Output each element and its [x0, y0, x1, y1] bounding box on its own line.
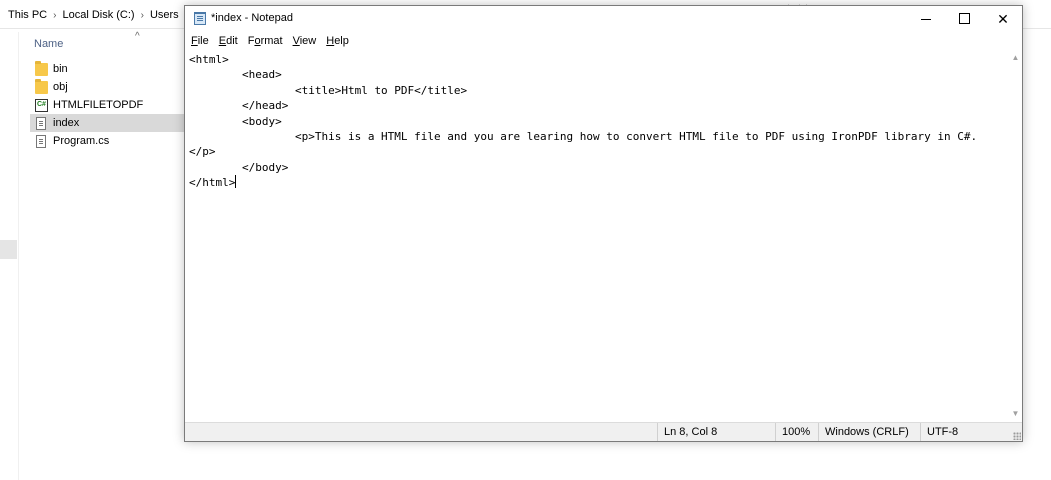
file-item-index[interactable]: index [30, 114, 186, 132]
menu-mnemonic: E [218, 35, 227, 47]
navigation-pane-divider[interactable] [18, 32, 19, 480]
maximize-icon [958, 13, 970, 25]
text-document-icon [36, 116, 46, 130]
menu-mnemonic: H [326, 35, 335, 47]
maximize-button[interactable] [945, 6, 983, 32]
breadcrumb-separator[interactable]: › [141, 10, 144, 21]
menu-bar: File Edit Format View Help [185, 32, 1022, 50]
csharp-file-icon [36, 134, 46, 148]
notepad-window: *index - Notepad ✕ File Edit Format View… [184, 5, 1023, 442]
file-list: bin obj HTMLFILETOPDF index Program.cs [30, 60, 186, 150]
file-item-program-cs[interactable]: Program.cs [30, 132, 186, 150]
breadcrumb-this-pc[interactable]: This PC [8, 9, 47, 21]
minimize-icon [921, 18, 931, 20]
minimize-button[interactable] [907, 6, 945, 32]
editor-content[interactable]: <html> <head> <title>Html to PDF</title>… [185, 50, 1009, 191]
title-bar[interactable]: *index - Notepad ✕ [185, 6, 1022, 32]
navigation-pane-selection[interactable] [0, 240, 17, 259]
breadcrumb-users[interactable]: Users [150, 9, 179, 21]
file-item-label: Program.cs [53, 135, 110, 147]
menu-view[interactable]: View [293, 35, 317, 47]
scroll-down-icon[interactable]: ▼ [1009, 408, 1022, 420]
menu-format[interactable]: Format [248, 35, 283, 47]
menu-mnemonic: F [191, 35, 198, 47]
status-bar: Ln 8, Col 8 100% Windows (CRLF) UTF-8 [185, 422, 1022, 441]
file-item-label: bin [53, 63, 68, 75]
folder-icon [35, 78, 48, 94]
menu-mnemonic: V [292, 35, 300, 47]
breadcrumb-separator[interactable]: › [53, 10, 56, 21]
menu-rest: dit [226, 35, 238, 47]
sort-ascending-icon: ^ [135, 31, 140, 42]
status-zoom: 100% [775, 423, 822, 441]
editor-text: <html> <head> <title>Html to PDF</title>… [189, 53, 978, 190]
text-editor-area[interactable]: <html> <head> <title>Html to PDF</title>… [185, 50, 1009, 422]
menu-rest: iew [299, 35, 317, 47]
vertical-scrollbar[interactable]: ▲ ▼ [1009, 50, 1022, 422]
file-item-obj[interactable]: obj [30, 78, 186, 96]
file-item-htmlfiletopdf[interactable]: HTMLFILETOPDF [30, 96, 186, 114]
close-button[interactable]: ✕ [984, 6, 1022, 32]
status-line-ending: Windows (CRLF) [818, 423, 921, 441]
file-item-bin[interactable]: bin [30, 60, 186, 78]
file-item-label: HTMLFILETOPDF [53, 99, 144, 111]
menu-help[interactable]: Help [326, 35, 349, 47]
text-caret [235, 175, 237, 189]
scroll-up-icon[interactable]: ▲ [1009, 52, 1022, 64]
file-item-label: obj [53, 81, 68, 93]
breadcrumb-local-disk[interactable]: Local Disk (C:) [62, 9, 134, 21]
window-title: *index - Notepad [211, 12, 293, 24]
resize-grip-icon[interactable] [1013, 432, 1021, 440]
file-item-label: index [53, 117, 80, 129]
menu-file[interactable]: File [191, 35, 209, 47]
close-icon: ✕ [997, 11, 1009, 27]
menu-rest: elp [334, 35, 349, 47]
menu-rest: rmat [260, 35, 283, 47]
folder-icon [35, 60, 48, 76]
menu-edit[interactable]: Edit [219, 35, 238, 47]
column-header-name[interactable]: Name [34, 38, 63, 50]
menu-rest: ile [197, 35, 209, 47]
notepad-app-icon [194, 12, 206, 25]
csharp-project-icon [35, 98, 48, 112]
status-cursor-position: Ln 8, Col 8 [657, 423, 774, 441]
status-encoding: UTF-8 [920, 423, 1017, 441]
